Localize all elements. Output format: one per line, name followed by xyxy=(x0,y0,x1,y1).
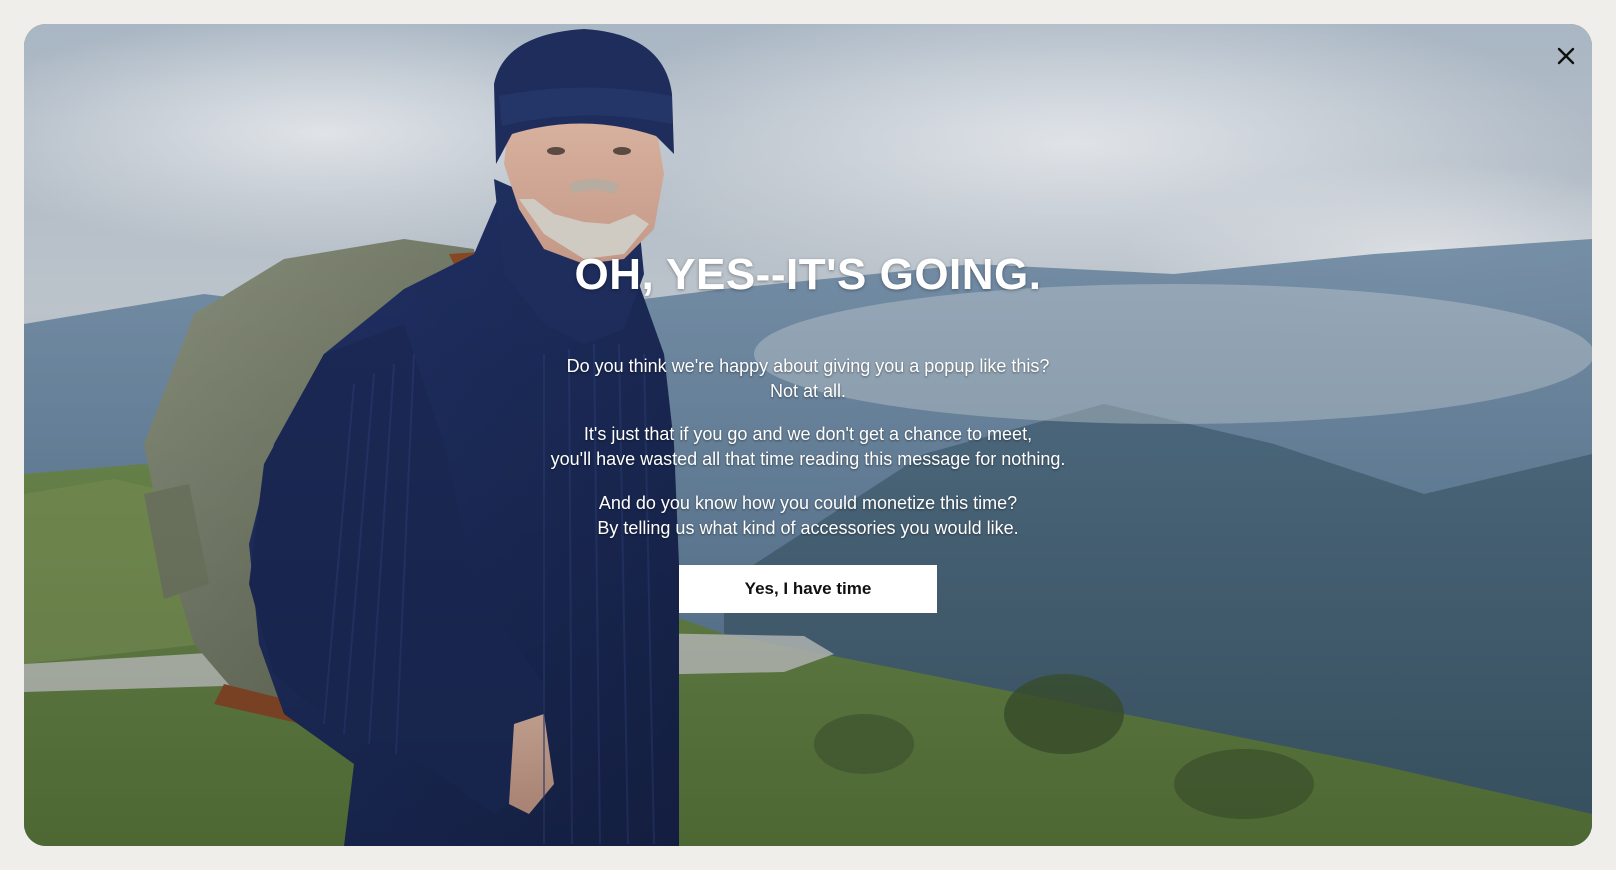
close-icon[interactable] xyxy=(1554,44,1578,68)
paragraph-1-line-1: Do you think we're happy about giving yo… xyxy=(566,356,1050,376)
paragraph-2-line-2: you'll have wasted all that time reading… xyxy=(550,449,1066,469)
yes-i-have-time-button[interactable]: Yes, I have time xyxy=(679,565,937,613)
exit-intent-popup: OH, YES--IT'S GOING. Do you think we're … xyxy=(24,24,1592,846)
popup-paragraph-3: And do you know how you could monetize t… xyxy=(24,491,1592,541)
popup-paragraph-1: Do you think we're happy about giving yo… xyxy=(24,354,1592,404)
paragraph-1-line-2: Not at all. xyxy=(769,381,847,401)
popup-paragraph-2: It's just that if you go and we don't ge… xyxy=(24,422,1592,472)
paragraph-2-line-1: It's just that if you go and we don't ge… xyxy=(583,424,1033,444)
paragraph-3-line-2: By telling us what kind of accessories y… xyxy=(597,518,1019,538)
popup-content: OH, YES--IT'S GOING. Do you think we're … xyxy=(24,24,1592,846)
paragraph-3-line-1: And do you know how you could monetize t… xyxy=(598,493,1018,513)
page-frame: OH, YES--IT'S GOING. Do you think we're … xyxy=(0,0,1616,870)
popup-headline: OH, YES--IT'S GOING. xyxy=(574,250,1042,299)
